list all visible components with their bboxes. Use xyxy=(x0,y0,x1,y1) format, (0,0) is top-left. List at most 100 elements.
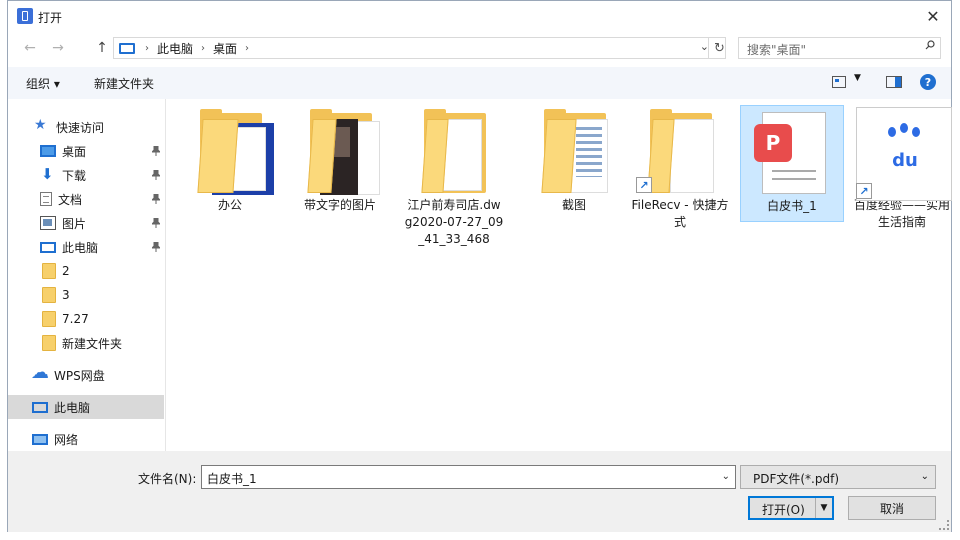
chevron-down-icon[interactable]: ▼ xyxy=(815,498,832,518)
sidebar-item-label: 新建文件夹 xyxy=(62,336,123,351)
filename-field[interactable]: 白皮书_1 ⌄ xyxy=(201,465,736,489)
file-item-folder[interactable]: 带文字的图片 xyxy=(288,105,392,214)
sidebar-item-label: 桌面 xyxy=(62,144,87,159)
sidebar-item-this-pc-pinned[interactable]: 此电脑 xyxy=(8,235,164,259)
chevron-right-icon[interactable]: › xyxy=(201,43,205,54)
sidebar-item-folder-7-27[interactable]: 7.27 xyxy=(8,307,164,331)
sidebar-item-folder-2[interactable]: 2 xyxy=(8,259,164,283)
filetype-select[interactable]: PDF文件(*.pdf) ⌄ xyxy=(740,465,936,489)
address-bar[interactable]: › 此电脑 › 桌面 › ⌄ xyxy=(113,37,726,59)
filetype-value: PDF文件(*.pdf) xyxy=(753,472,840,486)
sidebar-item-label: 图片 xyxy=(62,216,87,231)
folder-icon xyxy=(42,263,56,279)
pin-icon[interactable] xyxy=(152,242,160,252)
sidebar-item-wps-cloud[interactable]: WPS网盘 xyxy=(8,362,164,387)
download-icon xyxy=(40,165,56,183)
baidu-shortcut-icon: du ↗ xyxy=(852,105,952,201)
sidebar-item-pictures[interactable]: 图片 xyxy=(8,211,164,235)
file-name: 截图 xyxy=(561,198,586,212)
folder-icon xyxy=(42,311,56,327)
pin-icon[interactable] xyxy=(152,218,160,228)
pictures-icon xyxy=(40,216,56,230)
chevron-right-icon[interactable]: › xyxy=(145,43,149,54)
pin-icon[interactable] xyxy=(152,194,160,204)
sidebar-item-downloads[interactable]: 下载 xyxy=(8,163,164,187)
sidebar-item-new-folder[interactable]: 新建文件夹 xyxy=(8,331,164,355)
file-name: 带文字的图片 xyxy=(303,198,376,212)
file-name: FileRecv - 快捷方式 xyxy=(631,198,729,229)
new-folder-button[interactable]: 新建文件夹 xyxy=(94,75,154,92)
window-title: 打开 xyxy=(38,11,63,25)
cloud-icon xyxy=(31,362,49,383)
organize-menu[interactable]: 组织 ▾ xyxy=(26,75,60,92)
navigation-pane: 快速访问 桌面 下载 文档 图片 此电脑 2 xyxy=(8,99,166,451)
file-name: 白皮书_1 xyxy=(767,199,817,213)
sidebar-item-quick-access[interactable]: 快速访问 xyxy=(8,115,164,139)
folder-icon xyxy=(404,105,504,197)
search-placeholder: 搜索"桌面" xyxy=(747,43,807,57)
sidebar-item-label: 此电脑 xyxy=(54,400,91,415)
file-name: 江户前寿司店.dwg2020-07-27_09_41_33_468 xyxy=(404,198,504,246)
computer-icon xyxy=(119,42,135,54)
up-button[interactable]: ↑ xyxy=(92,38,112,58)
shortcut-arrow-icon: ↗ xyxy=(636,177,652,193)
file-item-folder[interactable]: 江户前寿司店.dwg2020-07-27_09_41_33_468 xyxy=(402,105,506,248)
file-name: 办公 xyxy=(217,198,242,212)
open-file-dialog: 打开 ✕ ← → ↑ › 此电脑 › 桌面 › ⌄ ↻ 搜索"桌面" 组织 ▾ … xyxy=(7,0,952,532)
search-input[interactable]: 搜索"桌面" xyxy=(738,37,941,59)
file-item-shortcut[interactable]: ↗ FileRecv - 快捷方式 xyxy=(628,105,732,231)
filename-label: 文件名(N): xyxy=(138,472,197,486)
file-item-folder[interactable]: 截图 xyxy=(522,105,626,214)
dialog-footer: 文件名(N): 白皮书_1 ⌄ PDF文件(*.pdf) ⌄ 打开(O) ▼ 取… xyxy=(8,451,951,532)
sidebar-item-desktop[interactable]: 桌面 xyxy=(8,139,164,163)
desktop-icon xyxy=(40,145,56,157)
open-button[interactable]: 打开(O) ▼ xyxy=(748,496,834,520)
close-button[interactable]: ✕ xyxy=(915,1,951,31)
sidebar-item-documents[interactable]: 文档 xyxy=(8,187,164,211)
chevron-right-icon[interactable]: › xyxy=(245,43,249,54)
pin-icon[interactable] xyxy=(152,146,160,156)
sidebar-item-label: 文档 xyxy=(58,192,83,207)
forward-button[interactable]: → xyxy=(48,38,68,58)
filename-value[interactable]: 白皮书_1 xyxy=(207,470,257,487)
sidebar-item-this-pc[interactable]: 此电脑 xyxy=(8,395,164,419)
breadcrumb-this-pc[interactable]: 此电脑 xyxy=(157,40,193,57)
chevron-down-icon[interactable]: ⌄ xyxy=(722,471,730,482)
folder-shortcut-icon: ↗ xyxy=(630,105,730,197)
refresh-button[interactable]: ↻ xyxy=(708,37,730,59)
help-icon[interactable]: ? xyxy=(920,74,936,90)
chevron-down-icon[interactable]: ▼ xyxy=(854,73,861,83)
network-icon xyxy=(32,433,48,445)
cancel-button[interactable]: 取消 xyxy=(848,496,936,520)
open-button-label: 打开(O) xyxy=(762,503,805,517)
breadcrumb-desktop[interactable]: 桌面 xyxy=(213,40,237,57)
file-name: 百度经验——实用生活指南 xyxy=(853,198,950,229)
pin-icon[interactable] xyxy=(152,170,160,180)
sidebar-item-label: 2 xyxy=(62,264,70,278)
command-bar: 组织 ▾ 新建文件夹 ▼ ? xyxy=(8,67,951,99)
star-icon xyxy=(34,117,50,134)
computer-icon xyxy=(32,401,48,413)
folder-icon xyxy=(42,335,56,351)
sidebar-item-label: WPS网盘 xyxy=(54,368,105,383)
folder-icon xyxy=(180,105,280,197)
folder-icon xyxy=(42,287,56,303)
preview-pane-icon[interactable] xyxy=(886,76,902,88)
computer-icon xyxy=(40,241,56,253)
sidebar-item-label: 7.27 xyxy=(62,312,89,326)
view-options-icon[interactable] xyxy=(832,76,846,88)
sidebar-item-folder-3[interactable]: 3 xyxy=(8,283,164,307)
search-icon xyxy=(925,40,935,50)
file-item-shortcut[interactable]: du ↗ 百度经验——实用生活指南 xyxy=(850,105,954,231)
navigation-bar: ← → ↑ › 此电脑 › 桌面 › ⌄ ↻ 搜索"桌面" xyxy=(8,35,951,61)
file-item-folder[interactable]: 办公 xyxy=(178,105,282,214)
resize-grip-icon[interactable] xyxy=(939,520,949,530)
back-button[interactable]: ← xyxy=(20,38,40,58)
file-list: 办公 带文字的图片 江户前寿司店.dwg2020-07-27_09_41_33_… xyxy=(166,99,954,451)
folder-icon xyxy=(290,105,390,197)
sidebar-item-network[interactable]: 网络 xyxy=(8,427,164,451)
chevron-down-icon[interactable]: ⌄ xyxy=(921,471,929,482)
sidebar-item-label: 下载 xyxy=(62,168,87,183)
app-icon xyxy=(17,8,33,24)
file-item-pdf[interactable]: P 白皮书_1 xyxy=(740,105,844,222)
